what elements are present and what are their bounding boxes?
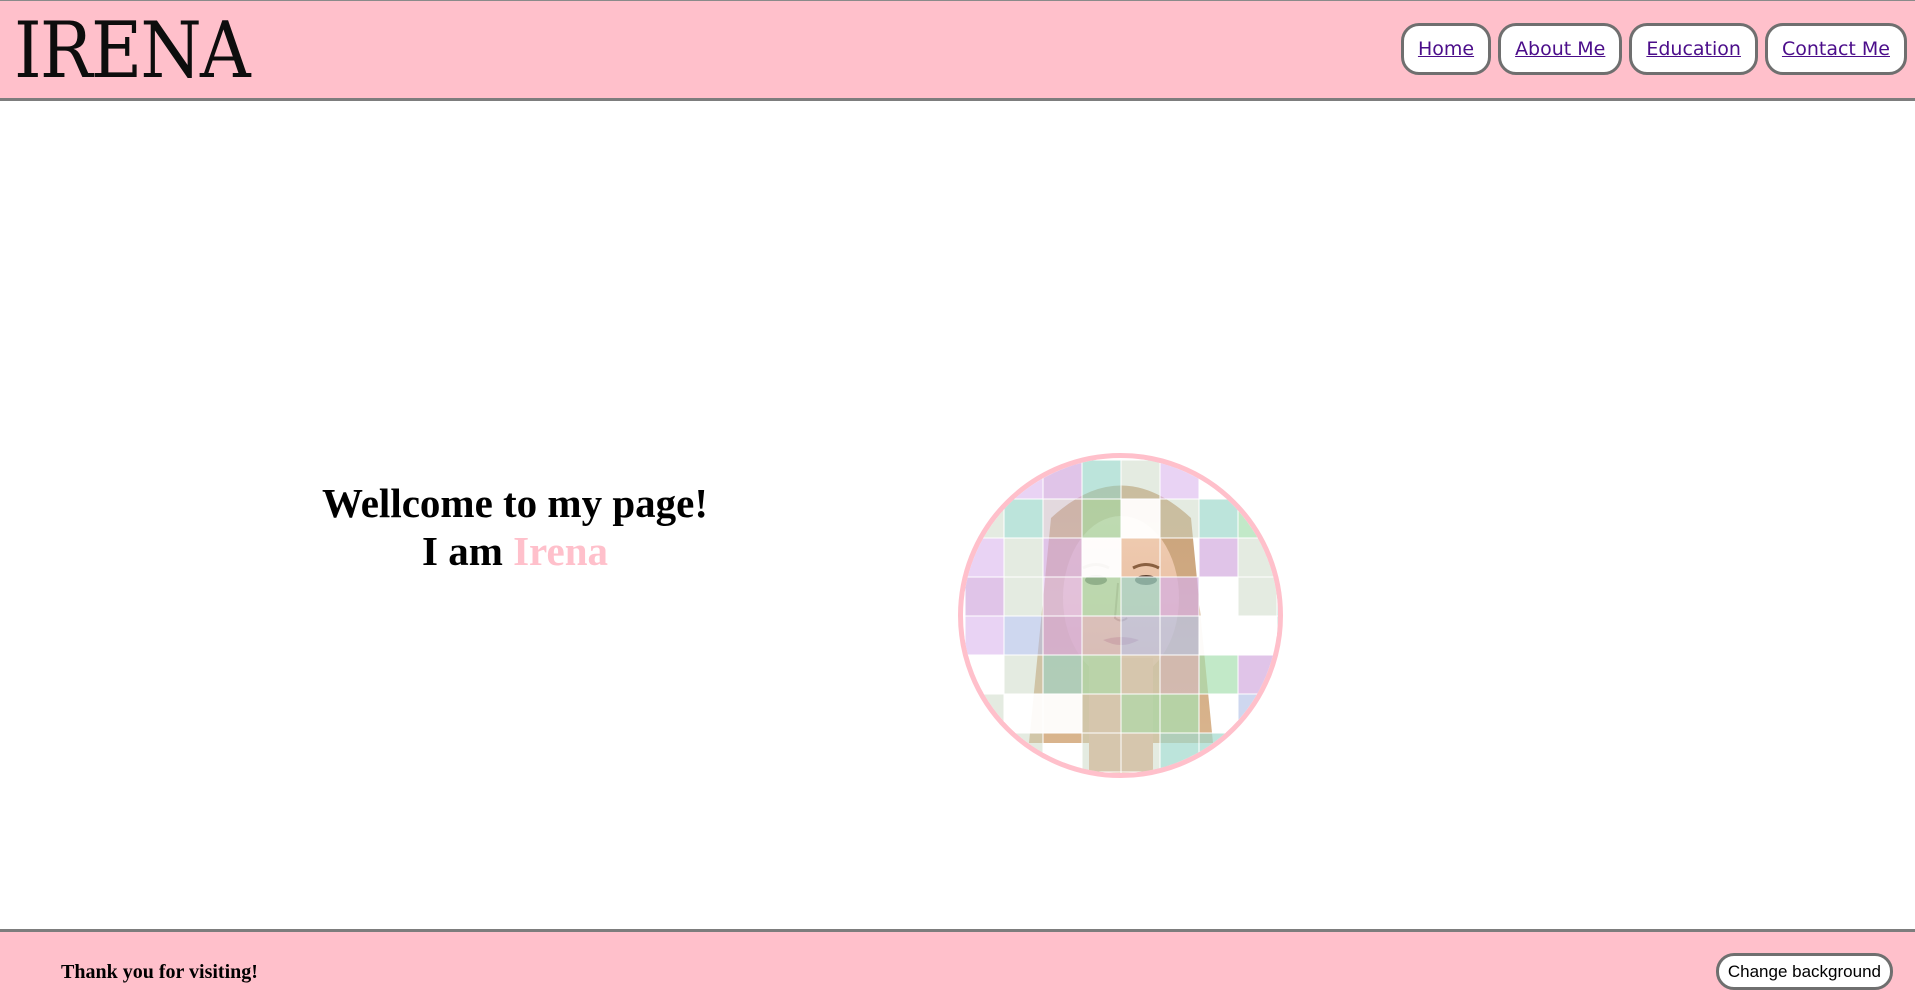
intro-prefix: I am (421, 528, 514, 574)
profile-photo (958, 453, 1283, 778)
intro-line: I am Irena (270, 527, 760, 575)
highlighted-name: Irena (513, 528, 609, 574)
site-logo: IRENA (14, 6, 251, 96)
main-nav: Home About Me Education Contact Me (1400, 23, 1907, 75)
portrait-mosaic-image (964, 459, 1278, 773)
welcome-heading: Wellcome to my page! I am Irena (270, 479, 760, 575)
welcome-line: Wellcome to my page! (322, 480, 708, 526)
nav-about-me-link[interactable]: About Me (1498, 23, 1623, 75)
nav-education-link[interactable]: Education (1629, 23, 1758, 75)
site-footer: Thank you for visiting! Change backgroun… (0, 929, 1915, 1006)
main-content: Wellcome to my page! I am Irena (0, 101, 1915, 929)
site-header: IRENA Home About Me Education Contact Me (0, 0, 1915, 101)
nav-contact-me-link[interactable]: Contact Me (1764, 23, 1907, 75)
change-background-button[interactable]: Change background (1715, 953, 1893, 990)
nav-home-link[interactable]: Home (1400, 23, 1492, 75)
footer-message: Thank you for visiting! (61, 961, 258, 983)
